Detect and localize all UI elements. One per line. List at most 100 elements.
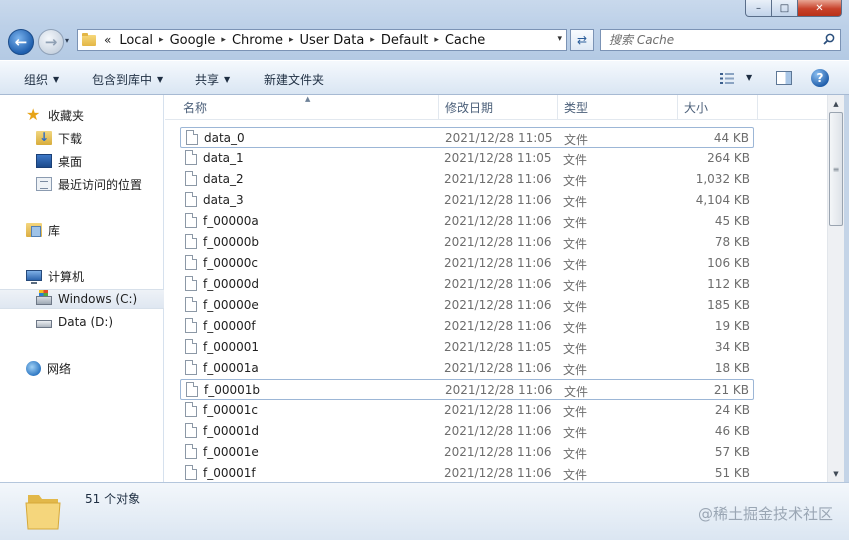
table-row[interactable]: f_00001b 2021/12/28 11:06 文件 21 KB (180, 379, 754, 400)
file-type: 文件 (563, 321, 588, 335)
minimize-button[interactable]: – (745, 0, 772, 17)
table-row[interactable]: f_000001 2021/12/28 11:05 文件 34 KB (180, 337, 754, 358)
breadcrumb-local[interactable]: Local ▸ (119, 33, 169, 48)
details-pane: 51 个对象 @稀土掘金技术社区 (0, 482, 849, 540)
table-row[interactable]: f_00001d 2021/12/28 11:06 文件 46 KB (180, 421, 754, 442)
search-box[interactable] (600, 29, 841, 51)
scroll-down-button[interactable]: ▼ (828, 465, 844, 482)
file-type: 文件 (563, 405, 588, 419)
file-name: data_3 (203, 193, 244, 207)
history-dropdown-button[interactable]: ▾ (65, 36, 69, 45)
file-date: 2021/12/28 11:06 (444, 445, 552, 459)
nav-downloads[interactable]: 下载 (0, 128, 164, 148)
chevron-right-icon[interactable]: ▸ (289, 35, 294, 45)
downloads-folder-icon (36, 130, 52, 145)
table-row[interactable]: f_00001e 2021/12/28 11:06 文件 57 KB (180, 442, 754, 463)
table-row[interactable]: data_2 2021/12/28 11:06 文件 1,032 KB (180, 169, 754, 190)
nav-drive-c[interactable]: Windows (C:) (0, 289, 164, 309)
view-options-dropdown[interactable]: ▼ (746, 73, 752, 82)
table-row[interactable]: f_00000d 2021/12/28 11:06 文件 112 KB (180, 274, 754, 295)
table-row[interactable]: f_00000e 2021/12/28 11:06 文件 185 KB (180, 295, 754, 316)
breadcrumb-chrome[interactable]: Chrome ▸ (232, 33, 300, 48)
table-row[interactable]: data_3 2021/12/28 11:06 文件 4,104 KB (180, 190, 754, 211)
share-button[interactable]: 共享 ▼ (195, 71, 230, 88)
file-type: 文件 (564, 133, 589, 147)
nav-libraries[interactable]: 库 (0, 220, 164, 240)
back-button[interactable]: ← (8, 29, 34, 55)
search-icon[interactable] (823, 33, 835, 45)
command-bar: 组织 ▼ 包含到库中 ▼ 共享 ▼ 新建文件夹 ▼ ? (0, 60, 849, 95)
windows-drive-icon (36, 290, 52, 305)
file-date: 2021/12/28 11:06 (444, 256, 552, 270)
scroll-up-button[interactable]: ▲ (828, 95, 844, 112)
column-header-size[interactable]: 大小 (678, 95, 758, 120)
chevron-right-icon[interactable]: ▸ (370, 35, 375, 45)
organize-button[interactable]: 组织 ▼ (24, 71, 59, 88)
column-header-name[interactable]: 名称 (177, 95, 439, 120)
breadcrumb-label: Default (380, 32, 429, 48)
file-icon (185, 402, 197, 417)
scrollbar-thumb[interactable]: ≡ (829, 112, 843, 226)
file-type: 文件 (563, 300, 588, 314)
close-button[interactable]: ✕ (798, 0, 842, 17)
address-bar[interactable]: « Local ▸ Google ▸ Chrome ▸ User Data ▸ Defa… (77, 29, 567, 51)
file-type: 文件 (563, 426, 588, 440)
maximize-button[interactable]: □ (772, 0, 798, 17)
preview-pane-icon[interactable] (776, 71, 792, 85)
table-row[interactable]: f_00000a 2021/12/28 11:06 文件 45 KB (180, 211, 754, 232)
breadcrumb-user-data[interactable]: User Data ▸ (299, 33, 380, 48)
nav-drive-d[interactable]: Data (D:) (0, 312, 164, 332)
refresh-button[interactable]: ⇄ (570, 29, 594, 51)
table-row[interactable]: f_00000b 2021/12/28 11:06 文件 78 KB (180, 232, 754, 253)
include-in-library-button[interactable]: 包含到库中 ▼ (92, 71, 163, 88)
chevron-right-icon[interactable]: ▸ (221, 35, 226, 45)
search-input[interactable] (609, 33, 809, 47)
file-icon (185, 171, 197, 186)
address-history-dropdown[interactable]: ▾ (557, 34, 562, 44)
file-name: f_00000a (203, 214, 259, 228)
forward-button[interactable]: → (38, 29, 64, 55)
breadcrumb-overflow-button[interactable]: « (104, 33, 111, 47)
star-icon: ★ (26, 105, 41, 124)
table-row[interactable]: f_00001f 2021/12/28 11:06 文件 51 KB (180, 463, 754, 482)
help-icon[interactable]: ? (811, 69, 829, 87)
new-folder-button[interactable]: 新建文件夹 (264, 71, 324, 88)
file-size: 45 KB (714, 214, 750, 228)
breadcrumb-label: Chrome (231, 32, 283, 48)
file-name: f_000001 (203, 340, 260, 354)
table-row[interactable]: data_0 2021/12/28 11:05 文件 44 KB (180, 127, 754, 148)
column-header-date[interactable]: 修改日期 (439, 95, 558, 120)
nav-desktop[interactable]: 桌面 (0, 151, 164, 171)
table-row[interactable]: data_1 2021/12/28 11:05 文件 264 KB (180, 148, 754, 169)
chevron-right-icon[interactable]: ▸ (434, 35, 439, 45)
table-row[interactable]: f_00000f 2021/12/28 11:06 文件 19 KB (180, 316, 754, 337)
file-type: 文件 (563, 258, 588, 272)
computer-icon (26, 269, 42, 284)
nav-label: Data (D:) (58, 315, 114, 329)
navigation-pane: ★ 收藏夹 下载 桌面 最近访问的位置 库 计算机 Windows (C:) D… (0, 95, 164, 482)
chevron-right-icon[interactable]: ▸ (159, 35, 164, 45)
breadcrumb-default[interactable]: Default ▸ (381, 33, 445, 48)
nav-computer[interactable]: 计算机 (0, 266, 164, 286)
nav-recent-places[interactable]: 最近访问的位置 (0, 174, 164, 194)
table-row[interactable]: f_00000c 2021/12/28 11:06 文件 106 KB (180, 253, 754, 274)
file-size: 24 KB (714, 403, 750, 417)
nav-favorites[interactable]: ★ 收藏夹 (0, 105, 164, 125)
vertical-scrollbar[interactable]: ▲ ≡ ▼ (827, 95, 844, 482)
table-row[interactable]: f_00001a 2021/12/28 11:06 文件 18 KB (180, 358, 754, 379)
file-name: f_00001a (203, 361, 259, 375)
breadcrumb-label: Local (119, 32, 154, 48)
column-header-type[interactable]: 类型 (558, 95, 678, 120)
file-type: 文件 (563, 363, 588, 377)
view-options-icon[interactable] (720, 73, 734, 84)
breadcrumb-google[interactable]: Google ▸ (170, 33, 232, 48)
nav-label: 桌面 (58, 154, 83, 169)
nav-label: Windows (C:) (58, 292, 138, 306)
breadcrumb-cache[interactable]: Cache (445, 33, 485, 48)
chevron-down-icon: ▼ (224, 75, 231, 84)
nav-network[interactable]: 网络 (0, 358, 164, 378)
file-name: f_00000c (203, 256, 258, 270)
table-row[interactable]: f_00001c 2021/12/28 11:06 文件 24 KB (180, 400, 754, 421)
file-icon (185, 150, 197, 165)
file-type: 文件 (563, 153, 588, 167)
